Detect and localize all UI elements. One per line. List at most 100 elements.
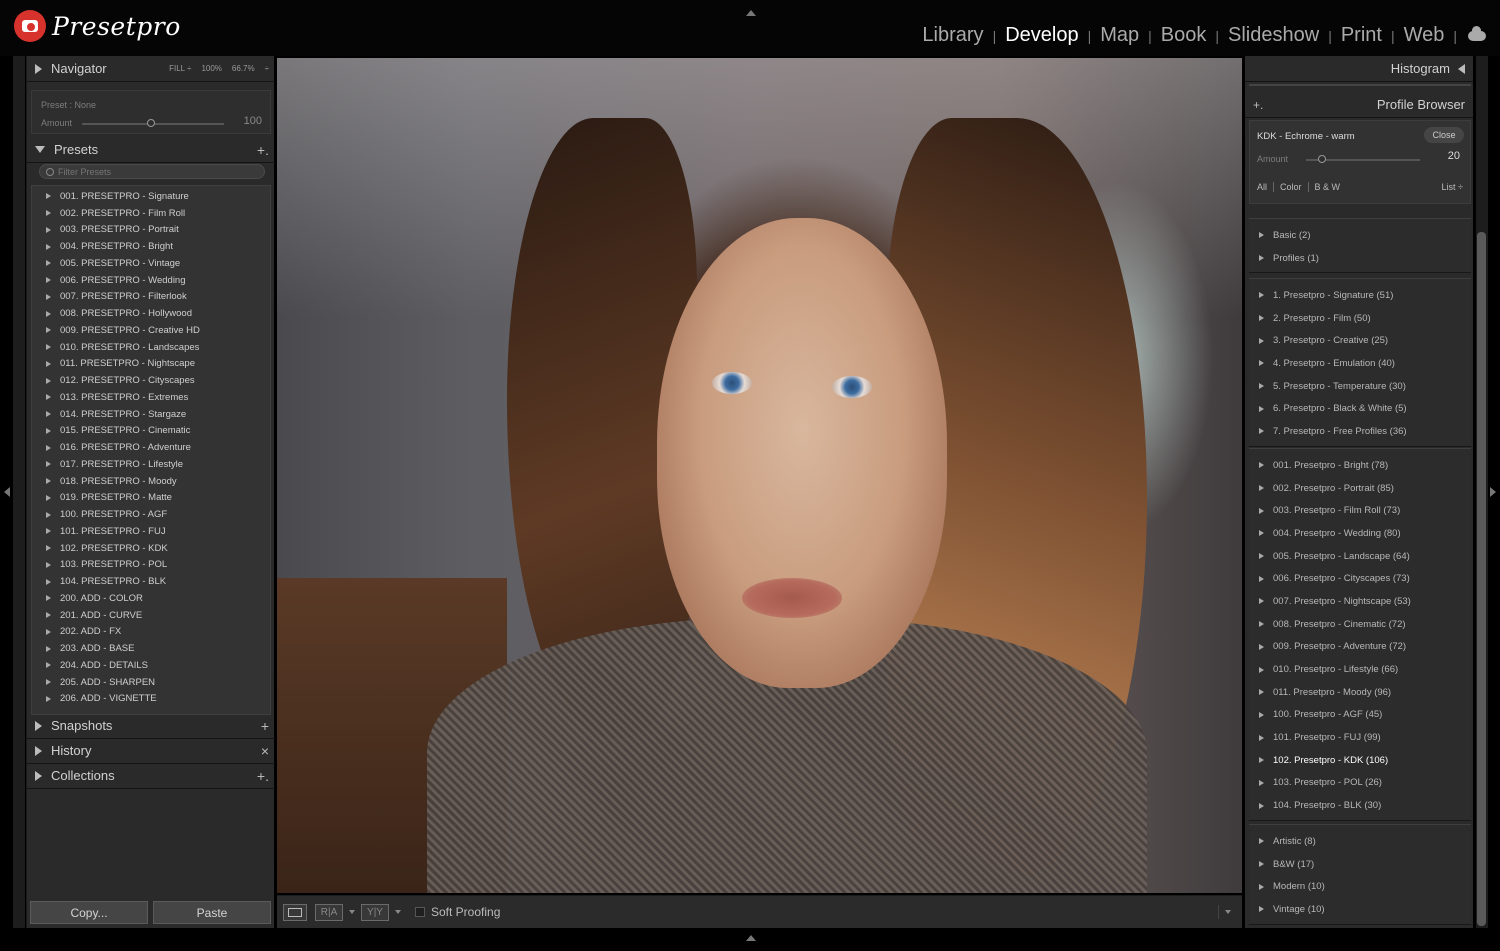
collections-header[interactable]: Collections +. <box>27 763 275 789</box>
swap-button[interactable]: Y|Y <box>361 903 389 921</box>
presets-header[interactable]: Presets +. <box>27 137 275 163</box>
profile-item[interactable]: Modern (10) <box>1249 875 1471 898</box>
preset-item[interactable]: 004. PRESETPRO - Bright <box>32 238 270 255</box>
before-after-button[interactable]: R|A <box>315 903 343 921</box>
module-develop[interactable]: Develop <box>1005 24 1078 47</box>
profile-item[interactable]: 001. Presetpro - Bright (78) <box>1249 454 1471 477</box>
collapse-bottom-icon[interactable] <box>746 935 756 941</box>
profile-amount-knob[interactable] <box>1318 155 1326 163</box>
preset-item[interactable]: 206. ADD - VIGNETTE <box>32 691 270 708</box>
profile-item[interactable]: 004. Presetpro - Wedding (80) <box>1249 522 1471 545</box>
profile-item[interactable]: 2. Presetpro - Film (50) <box>1249 307 1471 330</box>
loupe-view-button[interactable] <box>283 903 307 921</box>
module-print[interactable]: Print <box>1341 24 1382 47</box>
preset-item[interactable]: 010. PRESETPRO - Landscapes <box>32 339 270 356</box>
module-library[interactable]: Library <box>922 24 983 47</box>
collapse-right-icon[interactable] <box>1490 487 1496 497</box>
profile-item[interactable]: 009. Presetpro - Adventure (72) <box>1249 636 1471 659</box>
profile-item[interactable]: B&W (17) <box>1249 853 1471 876</box>
profile-item[interactable]: 3. Presetpro - Creative (25) <box>1249 329 1471 352</box>
profile-item[interactable]: 5. Presetpro - Temperature (30) <box>1249 375 1471 398</box>
module-web[interactable]: Web <box>1404 24 1445 47</box>
preset-item[interactable]: 006. PRESETPRO - Wedding <box>32 272 270 289</box>
preset-item[interactable]: 003. PRESETPRO - Portrait <box>32 222 270 239</box>
collapse-left-icon[interactable] <box>4 487 10 497</box>
toolbar-menu-icon[interactable] <box>1218 905 1232 919</box>
preset-item[interactable]: 011. PRESETPRO - Nightscape <box>32 356 270 373</box>
zoom-fill[interactable]: FILL ÷ <box>169 64 191 73</box>
add-preset-icon[interactable]: +. <box>257 142 269 158</box>
profile-item[interactable]: 003. Presetpro - Film Roll (73) <box>1249 499 1471 522</box>
collections-action-icon[interactable]: +. <box>257 768 269 784</box>
preset-item[interactable]: 101. PRESETPRO - FUJ <box>32 523 270 540</box>
preset-item[interactable]: 202. ADD - FX <box>32 624 270 641</box>
histogram-header[interactable]: Histogram <box>1245 56 1473 82</box>
collapse-top-icon[interactable] <box>746 10 756 16</box>
filter-presets-input[interactable] <box>58 166 248 177</box>
module-book[interactable]: Book <box>1161 24 1207 47</box>
profile-item[interactable]: Profiles (1) <box>1249 247 1471 270</box>
filter-all[interactable]: All <box>1257 182 1267 192</box>
copy-button[interactable]: Copy... <box>30 901 148 924</box>
preset-item[interactable]: 016. PRESETPRO - Adventure <box>32 439 270 456</box>
filter-presets-field[interactable] <box>39 164 265 179</box>
profile-item[interactable]: 6. Presetpro - Black & White (5) <box>1249 397 1471 420</box>
profile-item[interactable]: 1. Presetpro - Signature (51) <box>1249 284 1471 307</box>
profile-item[interactable]: 002. Presetpro - Portrait (85) <box>1249 477 1471 500</box>
preset-item[interactable]: 009. PRESETPRO - Creative HD <box>32 322 270 339</box>
preset-item[interactable]: 102. PRESETPRO - KDK <box>32 540 270 557</box>
paste-button[interactable]: Paste <box>153 901 271 924</box>
profile-item[interactable]: 101. Presetpro - FUJ (99) <box>1249 726 1471 749</box>
collapse-histogram-icon[interactable] <box>1458 63 1465 74</box>
filter-color[interactable]: Color <box>1280 182 1302 192</box>
profile-item[interactable]: 010. Presetpro - Lifestyle (66) <box>1249 658 1471 681</box>
profile-item[interactable]: Vintage (10) <box>1249 898 1471 921</box>
preset-item[interactable]: 005. PRESETPRO - Vintage <box>32 255 270 272</box>
preset-item[interactable]: 018. PRESETPRO - Moody <box>32 473 270 490</box>
profile-item[interactable]: Basic (2) <box>1249 224 1471 247</box>
preset-item[interactable]: 104. PRESETPRO - BLK <box>32 573 270 590</box>
module-map[interactable]: Map <box>1100 24 1139 47</box>
history-action-icon[interactable]: × <box>261 743 269 759</box>
view-mode-select[interactable]: List ÷ <box>1442 182 1463 192</box>
preset-item[interactable]: 017. PRESETPRO - Lifestyle <box>32 456 270 473</box>
close-button[interactable]: Close <box>1424 127 1464 143</box>
profile-item[interactable]: 100. Presetpro - AGF (45) <box>1249 704 1471 727</box>
photo-preview[interactable] <box>277 58 1242 893</box>
zoom-66[interactable]: 66.7% <box>232 64 255 73</box>
amount-slider-knob[interactable] <box>147 119 155 127</box>
preset-item[interactable]: 019. PRESETPRO - Matte <box>32 490 270 507</box>
zoom-more[interactable]: ÷ <box>265 64 269 73</box>
snapshots-action-icon[interactable]: + <box>261 718 269 734</box>
before-after-caret-icon[interactable] <box>349 910 355 914</box>
preset-item[interactable]: 007. PRESETPRO - Filterlook <box>32 289 270 306</box>
profile-item[interactable]: 005. Presetpro - Landscape (64) <box>1249 545 1471 568</box>
preset-item[interactable]: 103. PRESETPRO - POL <box>32 557 270 574</box>
profile-item[interactable]: 102. Presetpro - KDK (106) <box>1249 749 1471 772</box>
add-profile-icon[interactable]: +. <box>1253 98 1263 112</box>
cloud-icon[interactable] <box>1468 25 1486 41</box>
profile-item[interactable]: 104. Presetpro - BLK (30) <box>1249 794 1471 817</box>
navigator-header[interactable]: Navigator FILL ÷ 100% 66.7% ÷ <box>27 56 275 82</box>
preset-item[interactable]: 015. PRESETPRO - Cinematic <box>32 423 270 440</box>
module-slideshow[interactable]: Slideshow <box>1228 24 1319 47</box>
snapshots-header[interactable]: Snapshots + <box>27 713 275 739</box>
preset-item[interactable]: 203. ADD - BASE <box>32 640 270 657</box>
profile-item[interactable]: 011. Presetpro - Moody (96) <box>1249 681 1471 704</box>
preset-item[interactable]: 200. ADD - COLOR <box>32 590 270 607</box>
filter-bw[interactable]: B & W <box>1315 182 1341 192</box>
preset-item[interactable]: 205. ADD - SHARPEN <box>32 674 270 691</box>
zoom-100[interactable]: 100% <box>201 64 221 73</box>
preset-item[interactable]: 201. ADD - CURVE <box>32 607 270 624</box>
profile-item[interactable]: 4. Presetpro - Emulation (40) <box>1249 352 1471 375</box>
preset-item[interactable]: 001. PRESETPRO - Signature <box>32 188 270 205</box>
preset-item[interactable]: 012. PRESETPRO - Cityscapes <box>32 372 270 389</box>
preset-item[interactable]: 204. ADD - DETAILS <box>32 657 270 674</box>
swap-caret-icon[interactable] <box>395 910 401 914</box>
preset-item[interactable]: 008. PRESETPRO - Hollywood <box>32 305 270 322</box>
soft-proofing-checkbox[interactable] <box>415 907 425 917</box>
profile-scrollbar[interactable] <box>1477 232 1486 926</box>
profile-item[interactable]: 7. Presetpro - Free Profiles (36) <box>1249 420 1471 443</box>
profile-item[interactable]: 007. Presetpro - Nightscape (53) <box>1249 590 1471 613</box>
preset-item[interactable]: 014. PRESETPRO - Stargaze <box>32 406 270 423</box>
